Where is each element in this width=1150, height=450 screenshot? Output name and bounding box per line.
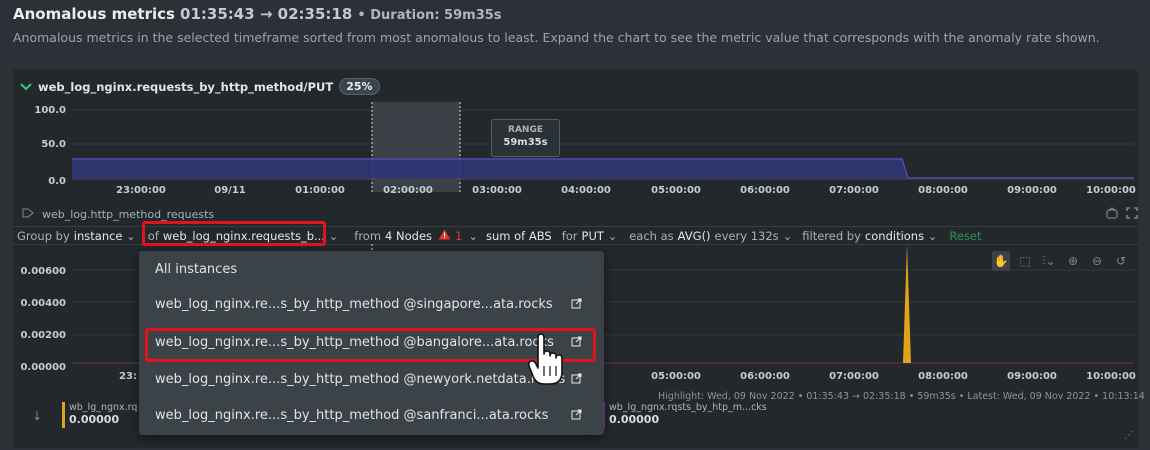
expand-icon[interactable] — [1126, 207, 1138, 222]
pan-icon[interactable]: ✋ — [992, 251, 1010, 271]
hand-cursor-icon — [528, 333, 563, 385]
legend-value: 0.00000 — [609, 413, 660, 426]
arrow-down-icon[interactable]: ↓ — [32, 409, 42, 423]
legend-name: wb_lg_ngnx.rq — [69, 402, 138, 413]
dropdown-item-all[interactable]: All instances — [155, 262, 237, 277]
dropdown-item-newyork[interactable]: web_log_nginx.re...s_by_http_method @new… — [155, 372, 565, 387]
dropdown-item-singapore[interactable]: web_log_nginx.re...s_by_http_method @sin… — [155, 297, 553, 312]
x-tick-label: 07:00:00 — [829, 371, 879, 382]
x-tick-label: 09/11 — [214, 185, 246, 196]
legend-item[interactable]: wb_lg_ngnx.rqsts_by_htp_m...cks 0.00000 — [602, 402, 767, 428]
y-tick-label: 0.00200 — [20, 330, 66, 341]
x-tick-label: 09:00:00 — [1007, 371, 1057, 382]
time-range: 01:35:43 → 02:35:18 — [180, 5, 353, 23]
legend-item[interactable]: wb_lg_ngnx.rq 0.00000 — [62, 402, 137, 428]
x-tick-label: 23: — [119, 371, 137, 382]
x-tick-label: 08:00:00 — [918, 185, 968, 196]
zoom-in-icon[interactable]: ⊕ — [1064, 251, 1082, 271]
range-tooltip: RANGE 59m35s — [491, 119, 560, 157]
context-icon — [22, 208, 34, 221]
reset-zoom-icon[interactable]: ↺ — [1112, 251, 1130, 271]
x-tick-label: 05:00:00 — [651, 185, 701, 196]
x-tick-label: 23:00:00 — [116, 185, 166, 196]
external-link-icon[interactable] — [571, 298, 582, 312]
value-spike — [903, 244, 911, 363]
external-link-icon[interactable] — [571, 373, 582, 387]
x-tick-label: 04:00:00 — [561, 185, 611, 196]
legend-name: wb_lg_ngnx.rqsts_by_htp_m...cks — [609, 402, 767, 413]
duration: • Duration: 59m35s — [357, 8, 502, 23]
metric-name: web_log_nginx.requests_by_http_method/PU… — [38, 79, 334, 94]
context-row: web_log.http_method_requests — [22, 208, 214, 221]
page-header: Anomalous metrics 01:35:43 → 02:35:18 • … — [13, 4, 502, 23]
legend-value: 0.00000 — [69, 413, 120, 426]
y-tick-label: 0.00000 — [20, 362, 66, 373]
range-label: RANGE — [508, 125, 543, 135]
x-tick-label: 06:00:00 — [740, 185, 790, 196]
context-name: web_log.http_method_requests — [42, 208, 215, 221]
x-tick-label: 01:00:00 — [295, 185, 345, 196]
y-tick-label: 0.0 — [48, 176, 66, 187]
chevron-down-icon[interactable] — [20, 80, 32, 94]
legend-color-swatch — [62, 402, 65, 428]
y-tick-label: 0.00600 — [20, 266, 66, 277]
x-tick-label: 10:00:00 — [1086, 185, 1136, 196]
highlight-note: Highlight: Wed, 09 Nov 2022 • 01:35:43 →… — [658, 391, 1145, 402]
x-tick-label: 09:00:00 — [1007, 185, 1057, 196]
resize-handle-icon[interactable]: ⋰ — [1124, 430, 1134, 441]
range-value: 59m35s — [503, 137, 548, 148]
anomaly-rate-chart[interactable]: 100.0 50.0 0.0 23:00:00 09/11 01:00:00 02:00:… — [0, 98, 1150, 198]
x-tick-label: 05:00:00 — [651, 371, 701, 382]
info-icon[interactable] — [1106, 207, 1118, 222]
select-area-icon[interactable]: ⬚ — [1016, 251, 1034, 271]
x-tick-label: 03:00:00 — [472, 185, 522, 196]
page-title: Anomalous metrics — [13, 5, 175, 23]
y-tick-label: 100.0 — [34, 105, 66, 116]
y-tick-label: 50.0 — [41, 139, 66, 150]
x-tick-label: 07:00:00 — [829, 185, 879, 196]
zoom-out-icon[interactable]: ⊖ — [1088, 251, 1106, 271]
x-tick-label: 02:00:00 — [383, 185, 433, 196]
chart-actions — [1106, 207, 1138, 222]
chart-zoom-controls: ✋ ⬚ ⫶⌄ ⊕ ⊖ ↺ — [992, 251, 1130, 271]
dropdown-item-sanfrancisco[interactable]: web_log_nginx.re...s_by_http_method @san… — [155, 408, 548, 423]
anomaly-rate-badge: 25% — [339, 78, 380, 95]
anomaly-rate-area — [72, 159, 1134, 179]
x-tick-label: 08:00:00 — [918, 371, 968, 382]
highlight-icon[interactable]: ⫶⌄ — [1040, 251, 1058, 271]
metric-header[interactable]: web_log_nginx.requests_by_http_method/PU… — [20, 78, 380, 95]
y-tick-label: 0.00400 — [20, 298, 66, 309]
page-description: Anomalous metrics in the selected timefr… — [13, 30, 1100, 45]
x-tick-label: 10:00:00 — [1086, 371, 1136, 382]
x-tick-label: 06:00:00 — [740, 371, 790, 382]
external-link-icon[interactable] — [571, 409, 582, 423]
